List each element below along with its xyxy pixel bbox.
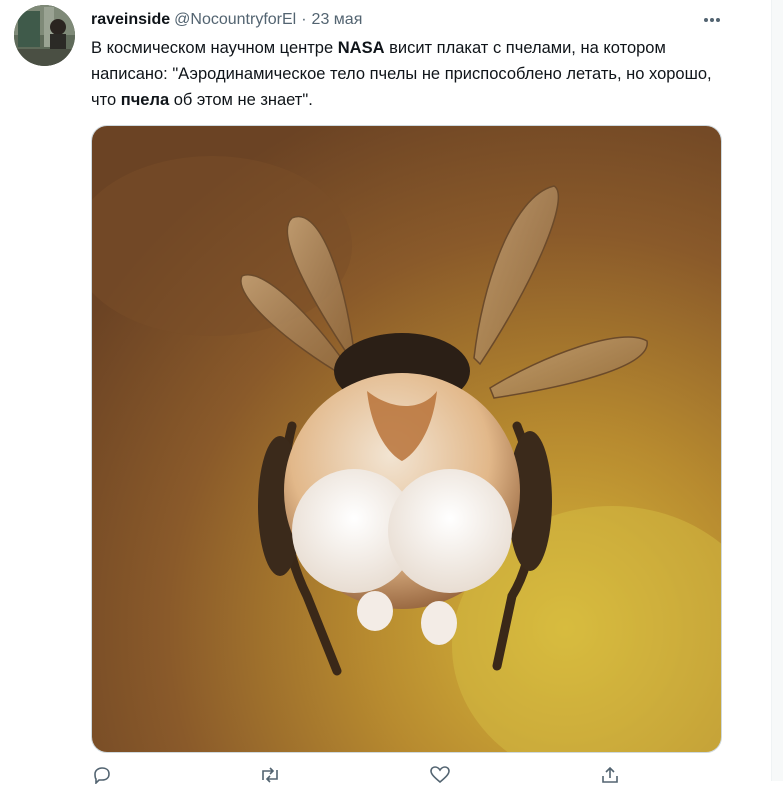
tweet-text-part-1: В космическом научном центре	[91, 39, 338, 57]
reply-icon	[94, 767, 110, 785]
share-icon	[602, 766, 618, 783]
more-button[interactable]	[699, 8, 725, 32]
tweet[interactable]: raveinside @NocountryforEl · 23 мая В ко…	[0, 0, 783, 785]
author-name[interactable]: raveinside	[91, 10, 170, 30]
share-button[interactable]	[599, 766, 621, 784]
tweet-text-bold-bee: пчела	[120, 91, 170, 109]
avatar[interactable]	[14, 5, 75, 66]
reply-button[interactable]	[91, 766, 113, 785]
tweet-text: В космическом научном центре NASA висит …	[91, 35, 731, 113]
separator-dot: ·	[301, 11, 307, 28]
like-button[interactable]	[429, 766, 451, 784]
scroll-gutter	[771, 0, 783, 781]
tweet-timestamp[interactable]: 23 мая	[312, 10, 363, 30]
bee-photo	[92, 126, 721, 752]
retweet-button[interactable]	[259, 766, 281, 784]
tweet-media[interactable]	[91, 125, 722, 753]
tweet-text-part-3: об этом не знает".	[169, 91, 313, 109]
more-dots-icon	[704, 18, 720, 22]
tweet-actions	[91, 766, 631, 785]
retweet-icon	[262, 767, 278, 783]
avatar-image	[14, 5, 75, 66]
heart-icon	[430, 766, 450, 784]
author-handle[interactable]: @NocountryforEl	[174, 10, 296, 30]
tweet-header: raveinside @NocountryforEl · 23 мая	[91, 9, 362, 31]
tweet-text-bold-nasa: NASA	[337, 39, 385, 57]
